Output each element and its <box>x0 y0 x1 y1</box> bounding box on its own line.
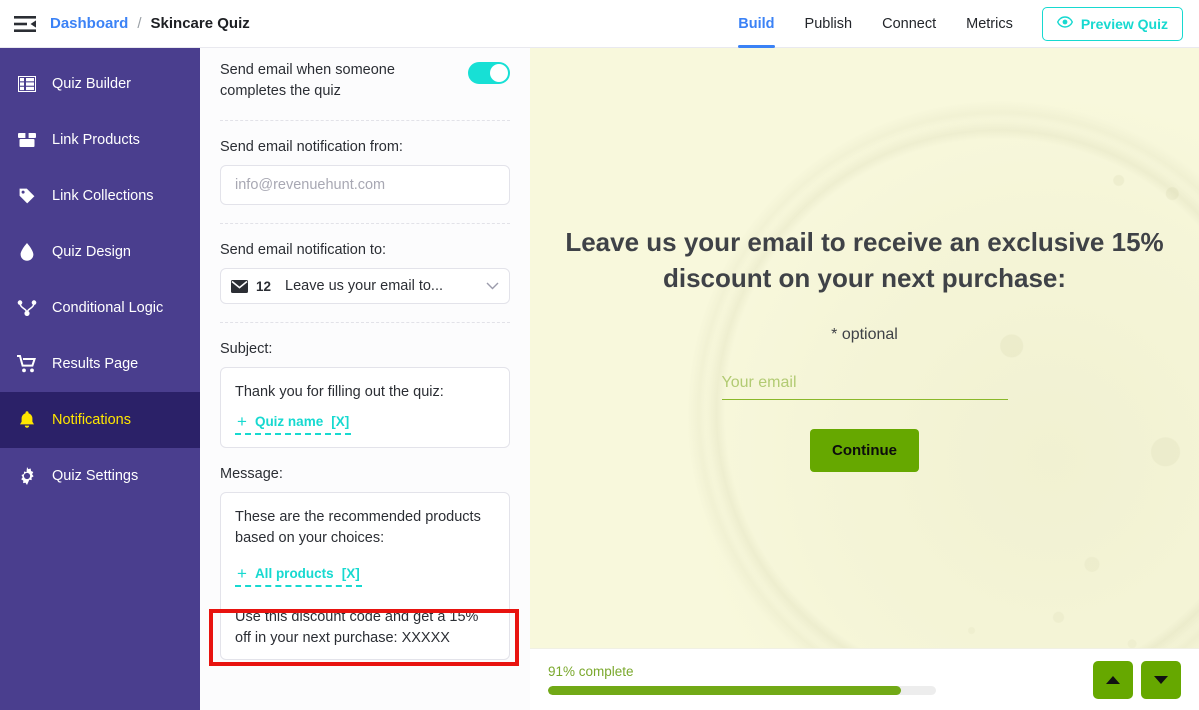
sidebar-item-link-collections[interactable]: Link Collections <box>0 168 200 224</box>
quiz-name-merge-tag[interactable]: + Quiz name [X] <box>235 412 352 435</box>
quiz-preview: Leave us your email to receive an exclus… <box>530 48 1199 710</box>
send-email-toggle-label: Send email when someone completes the qu… <box>220 62 395 99</box>
tab-publish[interactable]: Publish <box>790 0 868 48</box>
sidebar-item-quiz-design[interactable]: Quiz Design <box>0 224 200 280</box>
sidebar-item-quiz-settings[interactable]: Quiz Settings <box>0 448 200 504</box>
sidebar-item-label: Results Page <box>52 356 139 372</box>
to-question-count: 12 <box>256 278 272 294</box>
tab-metrics[interactable]: Metrics <box>951 0 1028 48</box>
to-question-select[interactable]: 12 Leave us your email to... <box>220 268 510 304</box>
breadcrumb-separator: / <box>137 15 142 32</box>
progress-track <box>548 686 936 695</box>
sidebar-item-label: Quiz Design <box>52 244 131 260</box>
sitemap-icon <box>16 297 38 319</box>
breadcrumb-current: Skincare Quiz <box>150 15 250 32</box>
collapse-sidebar-glyph <box>14 15 36 32</box>
preview-next-button[interactable] <box>1141 660 1181 699</box>
progress-fill <box>548 686 902 695</box>
sidebar: Quiz Builder Link Products Link Collecti… <box>0 48 200 710</box>
bell-icon <box>16 409 38 431</box>
message-paragraph-1: These are the recommended products based… <box>235 509 481 546</box>
from-field-label: Send email notification from: <box>220 139 403 155</box>
breadcrumb-dashboard-link[interactable]: Dashboard <box>50 15 128 32</box>
message-tag-row: + All products [X] <box>235 555 495 589</box>
top-bar: Dashboard / Skincare Quiz Build Publish … <box>0 0 1199 48</box>
sidebar-item-link-products[interactable]: Link Products <box>0 112 200 168</box>
merge-tag-label: Quiz name <box>254 414 324 429</box>
sidebar-item-label: Link Products <box>52 132 140 148</box>
sidebar-item-label: Quiz Settings <box>52 468 139 484</box>
box-icon <box>16 129 38 151</box>
preview-continue-button[interactable]: Continue <box>810 429 919 472</box>
sidebar-item-notifications[interactable]: Notifications <box>0 392 200 448</box>
breadcrumb: Dashboard / Skincare Quiz <box>50 15 250 32</box>
gear-icon <box>16 465 38 487</box>
notifications-settings-panel: Send email when someone completes the qu… <box>200 48 530 710</box>
all-products-merge-tag[interactable]: + All products [X] <box>235 565 362 587</box>
from-email-input[interactable]: info@revenuehunt.com <box>220 165 510 205</box>
sidebar-item-results-page[interactable]: Results Page <box>0 336 200 392</box>
preview-question-title: Leave us your email to receive an exclus… <box>565 227 1164 293</box>
subject-text: Thank you for filling out the quiz: <box>235 384 444 400</box>
preview-nav-buttons <box>1093 660 1181 699</box>
send-email-toggle[interactable] <box>468 62 510 84</box>
preview-bottom-bar: 91% complete <box>530 648 1199 710</box>
preview-quiz-button[interactable]: Preview Quiz <box>1041 6 1183 41</box>
tab-build[interactable]: Build <box>723 0 789 48</box>
progress-label: 91% complete <box>548 664 634 679</box>
sidebar-item-conditional-logic[interactable]: Conditional Logic <box>0 280 200 336</box>
tab-connect[interactable]: Connect <box>867 0 951 48</box>
message-editor[interactable]: These are the recommended products based… <box>220 492 510 660</box>
sidebar-item-label: Quiz Builder <box>52 76 131 92</box>
subject-editor[interactable]: Thank you for filling out the quiz: + Qu… <box>220 367 510 448</box>
preview-prev-button[interactable] <box>1093 660 1133 699</box>
sidebar-item-quiz-builder[interactable]: Quiz Builder <box>0 56 200 112</box>
list-icon <box>16 73 38 95</box>
triangle-up-icon <box>1106 675 1120 684</box>
envelope-icon <box>231 279 248 293</box>
to-question-value: Leave us your email to... <box>285 278 444 294</box>
message-paragraph-1-block: These are the recommended products based… <box>235 507 495 555</box>
merge-tag-label: All products <box>254 566 334 581</box>
sidebar-item-label: Link Collections <box>52 188 154 204</box>
top-navigation: Build Publish Connect Metrics Preview Qu… <box>723 0 1199 48</box>
message-paragraph-2: Use this discount code and get a 15% off… <box>235 609 479 646</box>
preview-quiz-label: Preview Quiz <box>1080 15 1168 32</box>
eye-icon <box>1056 14 1073 33</box>
preview-question-card: Leave us your email to receive an exclus… <box>530 48 1199 648</box>
triangle-down-icon <box>1154 675 1168 684</box>
subject-tag-row: + Quiz name [X] <box>235 403 495 437</box>
preview-optional-note: * optional <box>831 326 898 343</box>
plus-icon: + <box>237 412 247 431</box>
plus-icon: + <box>237 564 247 583</box>
to-field-label: Send email notification to: <box>220 242 387 258</box>
collapse-sidebar-icon[interactable] <box>12 14 38 34</box>
sidebar-item-label: Notifications <box>52 412 131 428</box>
progress-section: 91% complete <box>548 664 936 695</box>
droplet-icon <box>16 241 38 263</box>
message-paragraph-2-block: Use this discount code and get a 15% off… <box>235 589 495 649</box>
merge-tag-remove[interactable]: [X] <box>342 566 360 581</box>
tag-icon <box>16 185 38 207</box>
subject-field-label: Subject: <box>220 341 273 357</box>
preview-email-input[interactable]: Your email <box>721 374 1008 400</box>
cart-icon <box>16 353 38 375</box>
message-field-label: Message: <box>220 466 283 482</box>
toggle-knob <box>490 64 508 82</box>
chevron-down-icon <box>486 278 499 294</box>
send-email-toggle-row: Send email when someone completes the qu… <box>220 48 510 120</box>
sidebar-item-label: Conditional Logic <box>52 300 164 316</box>
merge-tag-remove[interactable]: [X] <box>331 414 349 429</box>
